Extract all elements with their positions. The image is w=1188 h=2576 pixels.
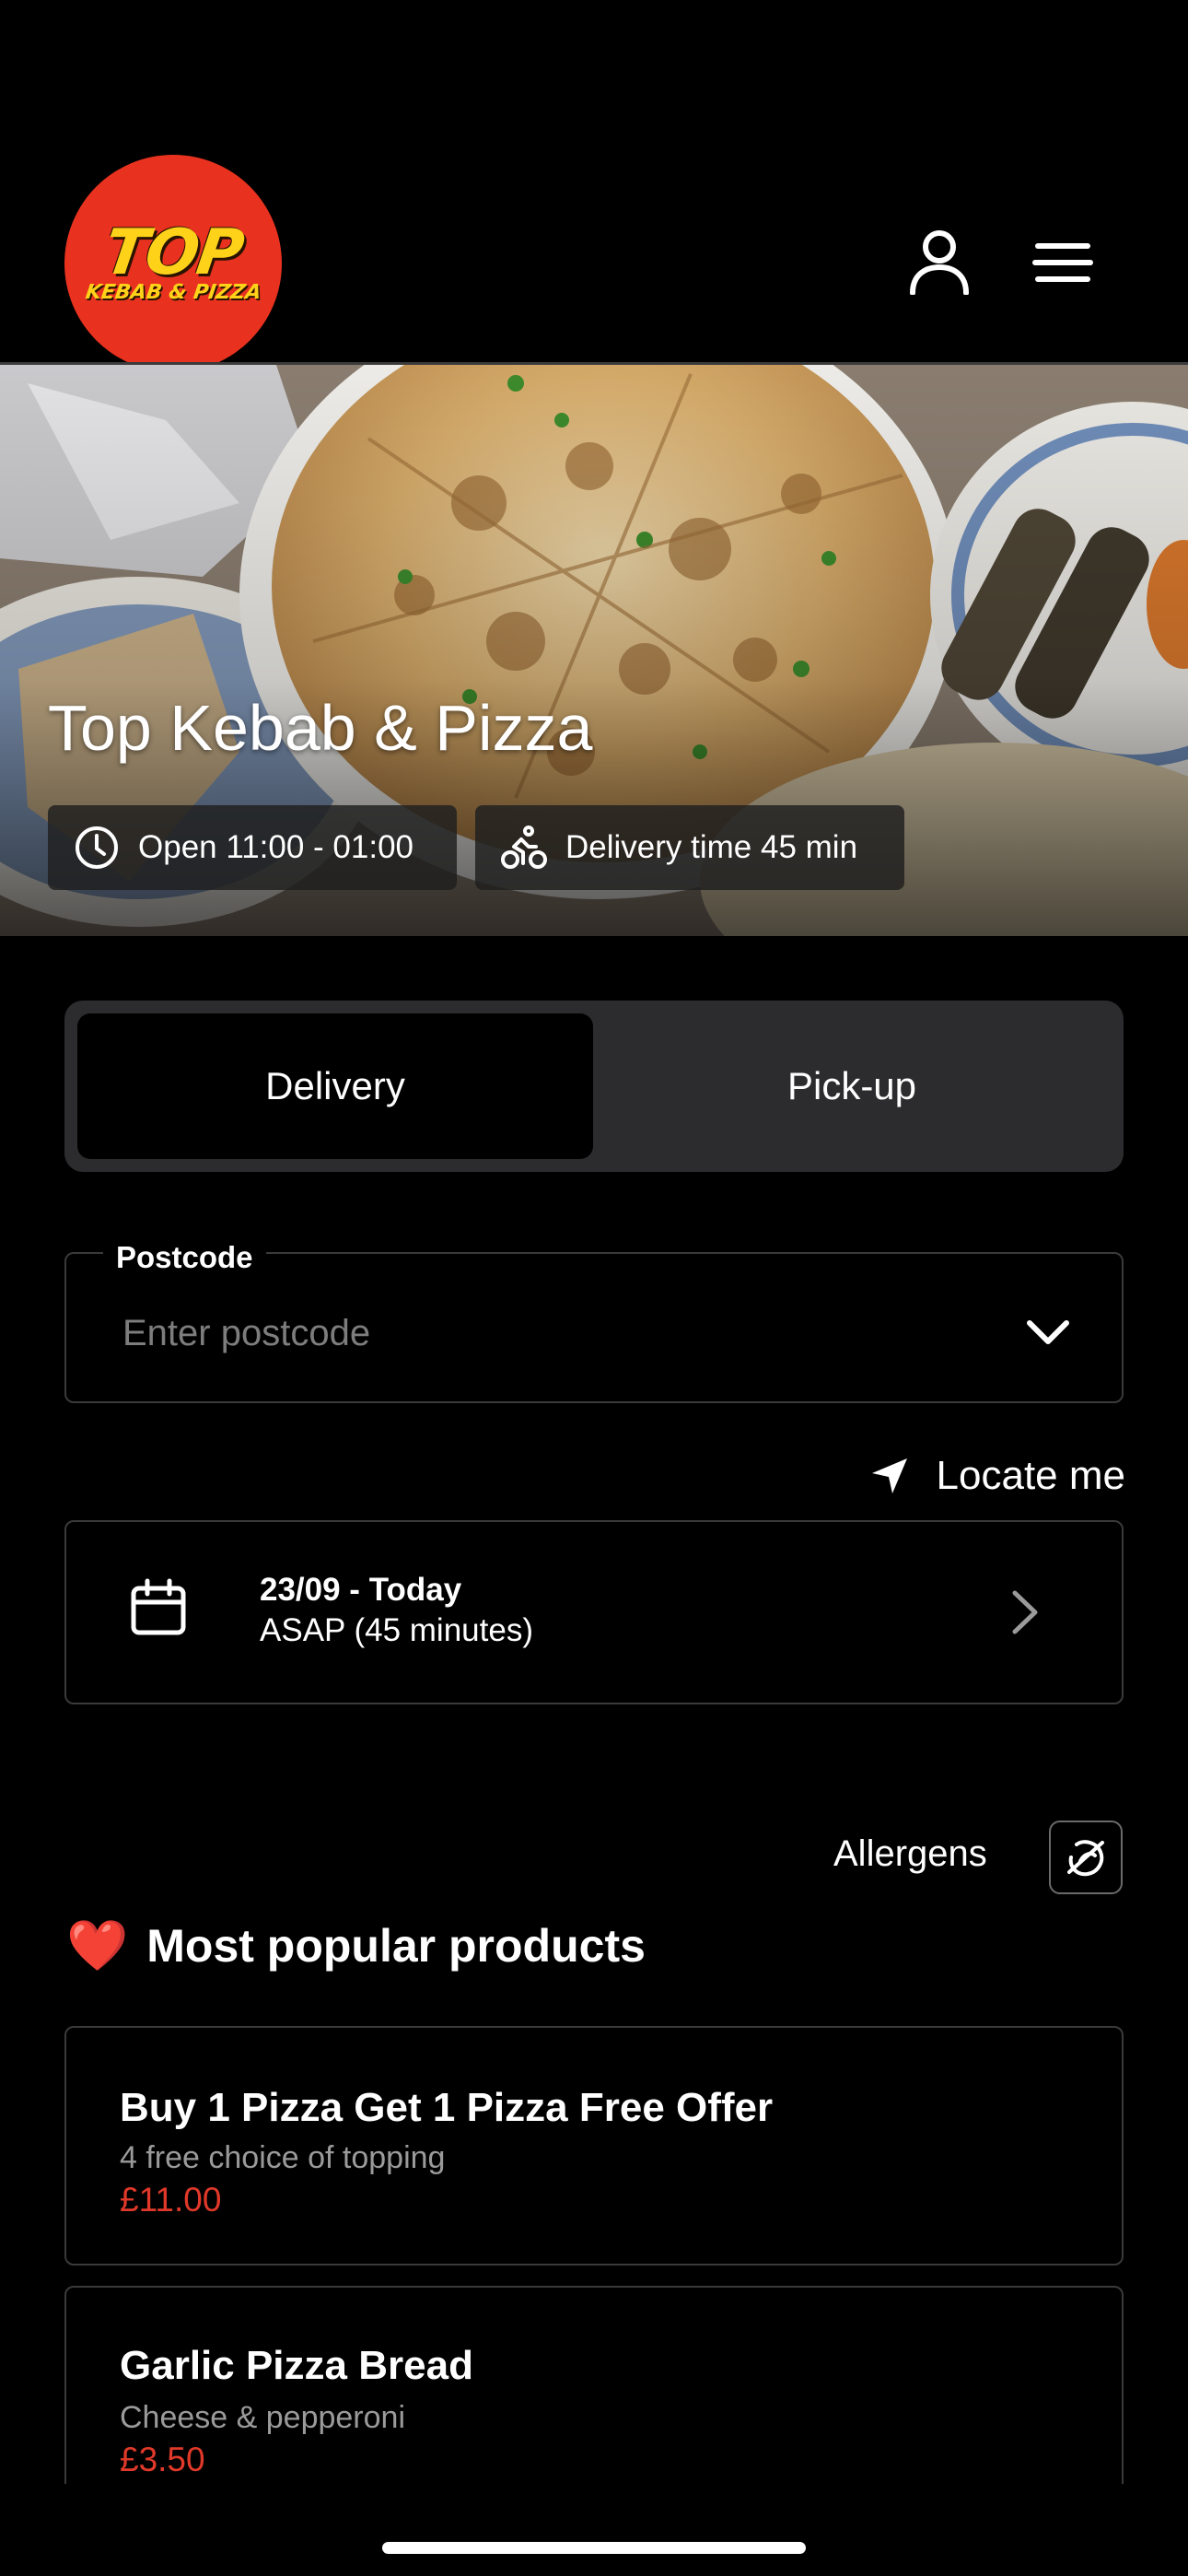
order-type-toggle: Delivery Pick-up	[64, 1001, 1124, 1172]
restaurant-logo[interactable]: TOP KEBAB & PIZZA	[64, 155, 282, 372]
pickup-option[interactable]: Pick-up	[593, 1013, 1111, 1159]
logo-top-text: TOP	[99, 216, 247, 289]
chevron-right-wrap	[1009, 1589, 1041, 1640]
delivery-option[interactable]: Delivery	[77, 1013, 593, 1159]
menu-button[interactable]	[1026, 230, 1100, 295]
product-price: £11.00	[120, 2181, 222, 2219]
locate-me-label: Locate me	[936, 1453, 1125, 1498]
postcode-label: Postcode	[103, 1240, 266, 1275]
delivery-date: 23/09 - Today	[260, 1572, 462, 1608]
product-price: £3.50	[120, 2441, 205, 2478]
clock-icon	[76, 826, 118, 869]
delivery-time-text: Delivery time 45 min	[565, 829, 858, 865]
allergens-button[interactable]	[1049, 1821, 1123, 1894]
product-name: Garlic Pizza Bread	[120, 2343, 473, 2388]
popular-title-text: Most popular products	[146, 1920, 646, 1972]
user-icon	[910, 230, 969, 295]
chevron-right-icon	[1012, 1590, 1038, 1634]
account-button[interactable]	[903, 225, 976, 299]
product-name: Buy 1 Pizza Get 1 Pizza Free Offer	[120, 2085, 774, 2130]
allergens-label[interactable]: Allergens	[833, 1833, 987, 1875]
restaurant-name: Top Kebab & Pizza	[48, 692, 593, 764]
home-indicator[interactable]	[382, 2542, 806, 2554]
delivery-slot: ASAP (45 minutes)	[260, 1612, 533, 1648]
popular-section-title: ❤️ Most popular products	[66, 1916, 646, 1975]
logo-sub-text: KEBAB & PIZZA	[84, 280, 262, 304]
location-arrow-icon	[871, 1458, 907, 1493]
allergens-icon	[1067, 1840, 1104, 1877]
heart-icon: ❤️	[66, 1916, 129, 1974]
delivery-time-selector[interactable]	[64, 1520, 1124, 1704]
product-description: 4 free choice of topping	[120, 2140, 446, 2175]
postcode-input[interactable]	[122, 1301, 951, 1365]
bottom-bar	[0, 2484, 1188, 2576]
locate-me-button[interactable]: Locate me	[856, 1446, 1125, 1505]
calendar-icon-wrap	[129, 1578, 188, 1642]
postcode-dropdown-toggle[interactable]	[1022, 1306, 1074, 1358]
product-description: Cheese & pepperoni	[120, 2400, 406, 2435]
hamburger-menu-icon	[1032, 243, 1093, 282]
bicycle-icon	[501, 825, 547, 869]
calendar-icon	[131, 1578, 186, 1635]
product-card[interactable]: Buy 1 Pizza Get 1 Pizza Free Offer 4 fre…	[64, 2026, 1124, 2266]
delivery-time-chip: Delivery time 45 min	[475, 805, 904, 890]
opening-hours-chip: Open 11:00 - 01:00	[48, 805, 457, 890]
chevron-down-icon	[1027, 1320, 1069, 1344]
opening-hours-text: Open 11:00 - 01:00	[138, 829, 414, 865]
